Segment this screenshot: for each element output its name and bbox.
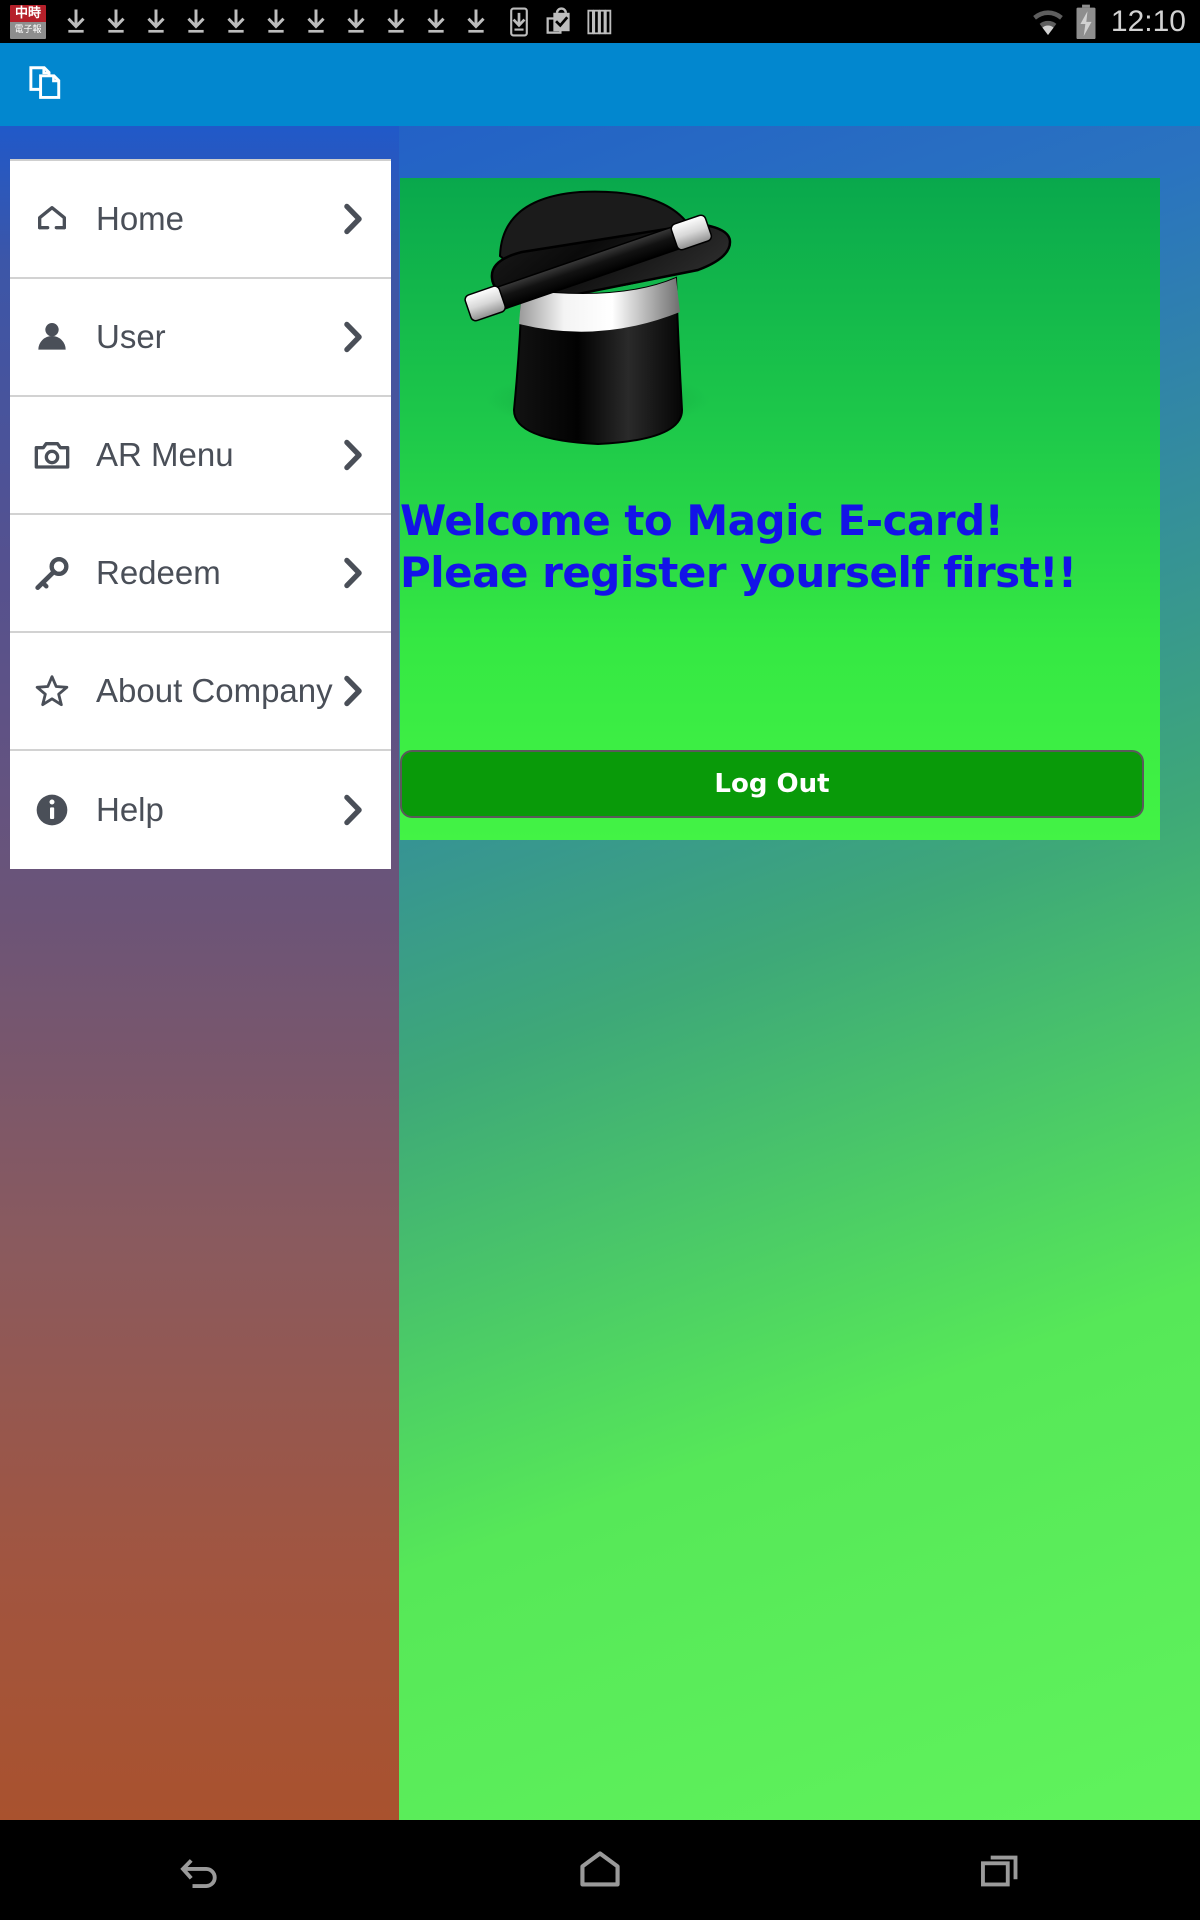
home-button[interactable] [400, 1820, 800, 1920]
bag-check-icon [546, 6, 570, 34]
sidebar-item-label: Home [96, 200, 185, 237]
news-badge-bottom-text: 電子報 [10, 21, 46, 39]
person-icon [32, 317, 72, 357]
status-bar-clock: 12:10 [1110, 4, 1186, 38]
camera-icon [32, 435, 72, 475]
download-arrow-icon [347, 8, 365, 33]
home-icon [32, 199, 72, 239]
cards-stack-icon [587, 9, 612, 34]
key-icon [32, 553, 72, 593]
download-arrow-icon [307, 8, 325, 33]
chevron-right-icon [340, 438, 366, 472]
phone-download-icon [510, 6, 528, 37]
sidebar-item-user[interactable]: User [10, 279, 391, 397]
copy-pages-icon[interactable] [25, 63, 69, 107]
download-arrow-icon [187, 8, 205, 33]
download-arrow-icon [467, 8, 485, 33]
recents-button[interactable] [800, 1820, 1200, 1920]
status-bar-notification-icons: 中時 電子報 [10, 0, 1029, 43]
logout-button[interactable]: Log Out [400, 750, 1144, 818]
chevron-right-icon [340, 556, 366, 590]
info-icon [32, 790, 72, 830]
navigation-drawer-list: Home User AR Menu Redeem About Company Help [10, 159, 391, 869]
chevron-right-icon [340, 674, 366, 708]
welcome-heading-line-1: Welcome to Magic E-card! [400, 496, 1004, 545]
system-navigation-bar [0, 1820, 1200, 1920]
sidebar-item-redeem[interactable]: Redeem [10, 515, 391, 633]
news-badge-top-text: 中時 [10, 4, 46, 22]
welcome-heading-line-2: Pleae register yourself first!! [400, 548, 1077, 597]
app-bar [0, 43, 1200, 126]
wifi-icon [1033, 9, 1063, 35]
sidebar-item-label: User [96, 318, 166, 355]
sidebar-item-home[interactable]: Home [10, 161, 391, 279]
status-bar: 中時 電子報 12:10 [0, 0, 1200, 43]
chevron-right-icon [340, 320, 366, 354]
chevron-right-icon [340, 793, 366, 827]
download-arrow-icon [267, 8, 285, 33]
sidebar-item-help[interactable]: Help [10, 751, 391, 869]
download-arrow-icon [147, 8, 165, 33]
download-arrow-icon [427, 8, 445, 33]
android-screen: 中時 電子報 12:10 Welcome to Magic E-card! Pl… [0, 0, 1200, 1920]
sidebar-item-label: Redeem [96, 554, 221, 591]
battery-charging-icon [1076, 4, 1096, 39]
download-arrow-icon [387, 8, 405, 33]
sidebar-item-label: AR Menu [96, 436, 234, 473]
status-bar-system-icons: 12:10 [1029, 4, 1186, 40]
news-app-notification-icon: 中時 電子報 [10, 4, 46, 39]
sidebar-item-ar-menu[interactable]: AR Menu [10, 397, 391, 515]
download-icons-group [56, 5, 496, 39]
star-outline-icon [32, 671, 72, 711]
download-arrow-icon [67, 8, 85, 33]
download-arrow-icon [227, 8, 245, 33]
recents-squares-icon [981, 1855, 1018, 1887]
sidebar-item-label: About Company [96, 672, 333, 709]
back-button[interactable] [0, 1820, 400, 1920]
sidebar-item-label: Help [96, 791, 164, 828]
home-outline-icon [580, 1851, 620, 1887]
magic-top-hat-image [430, 178, 760, 468]
navigation-drawer: Home User AR Menu Redeem About Company Help [0, 126, 399, 1820]
welcome-card: Welcome to Magic E-card! Pleae register … [400, 178, 1160, 840]
chevron-right-icon [340, 202, 366, 236]
sidebar-item-about-company[interactable]: About Company [10, 633, 391, 751]
download-arrow-icon [107, 8, 125, 33]
back-arrow-icon [180, 1859, 217, 1888]
